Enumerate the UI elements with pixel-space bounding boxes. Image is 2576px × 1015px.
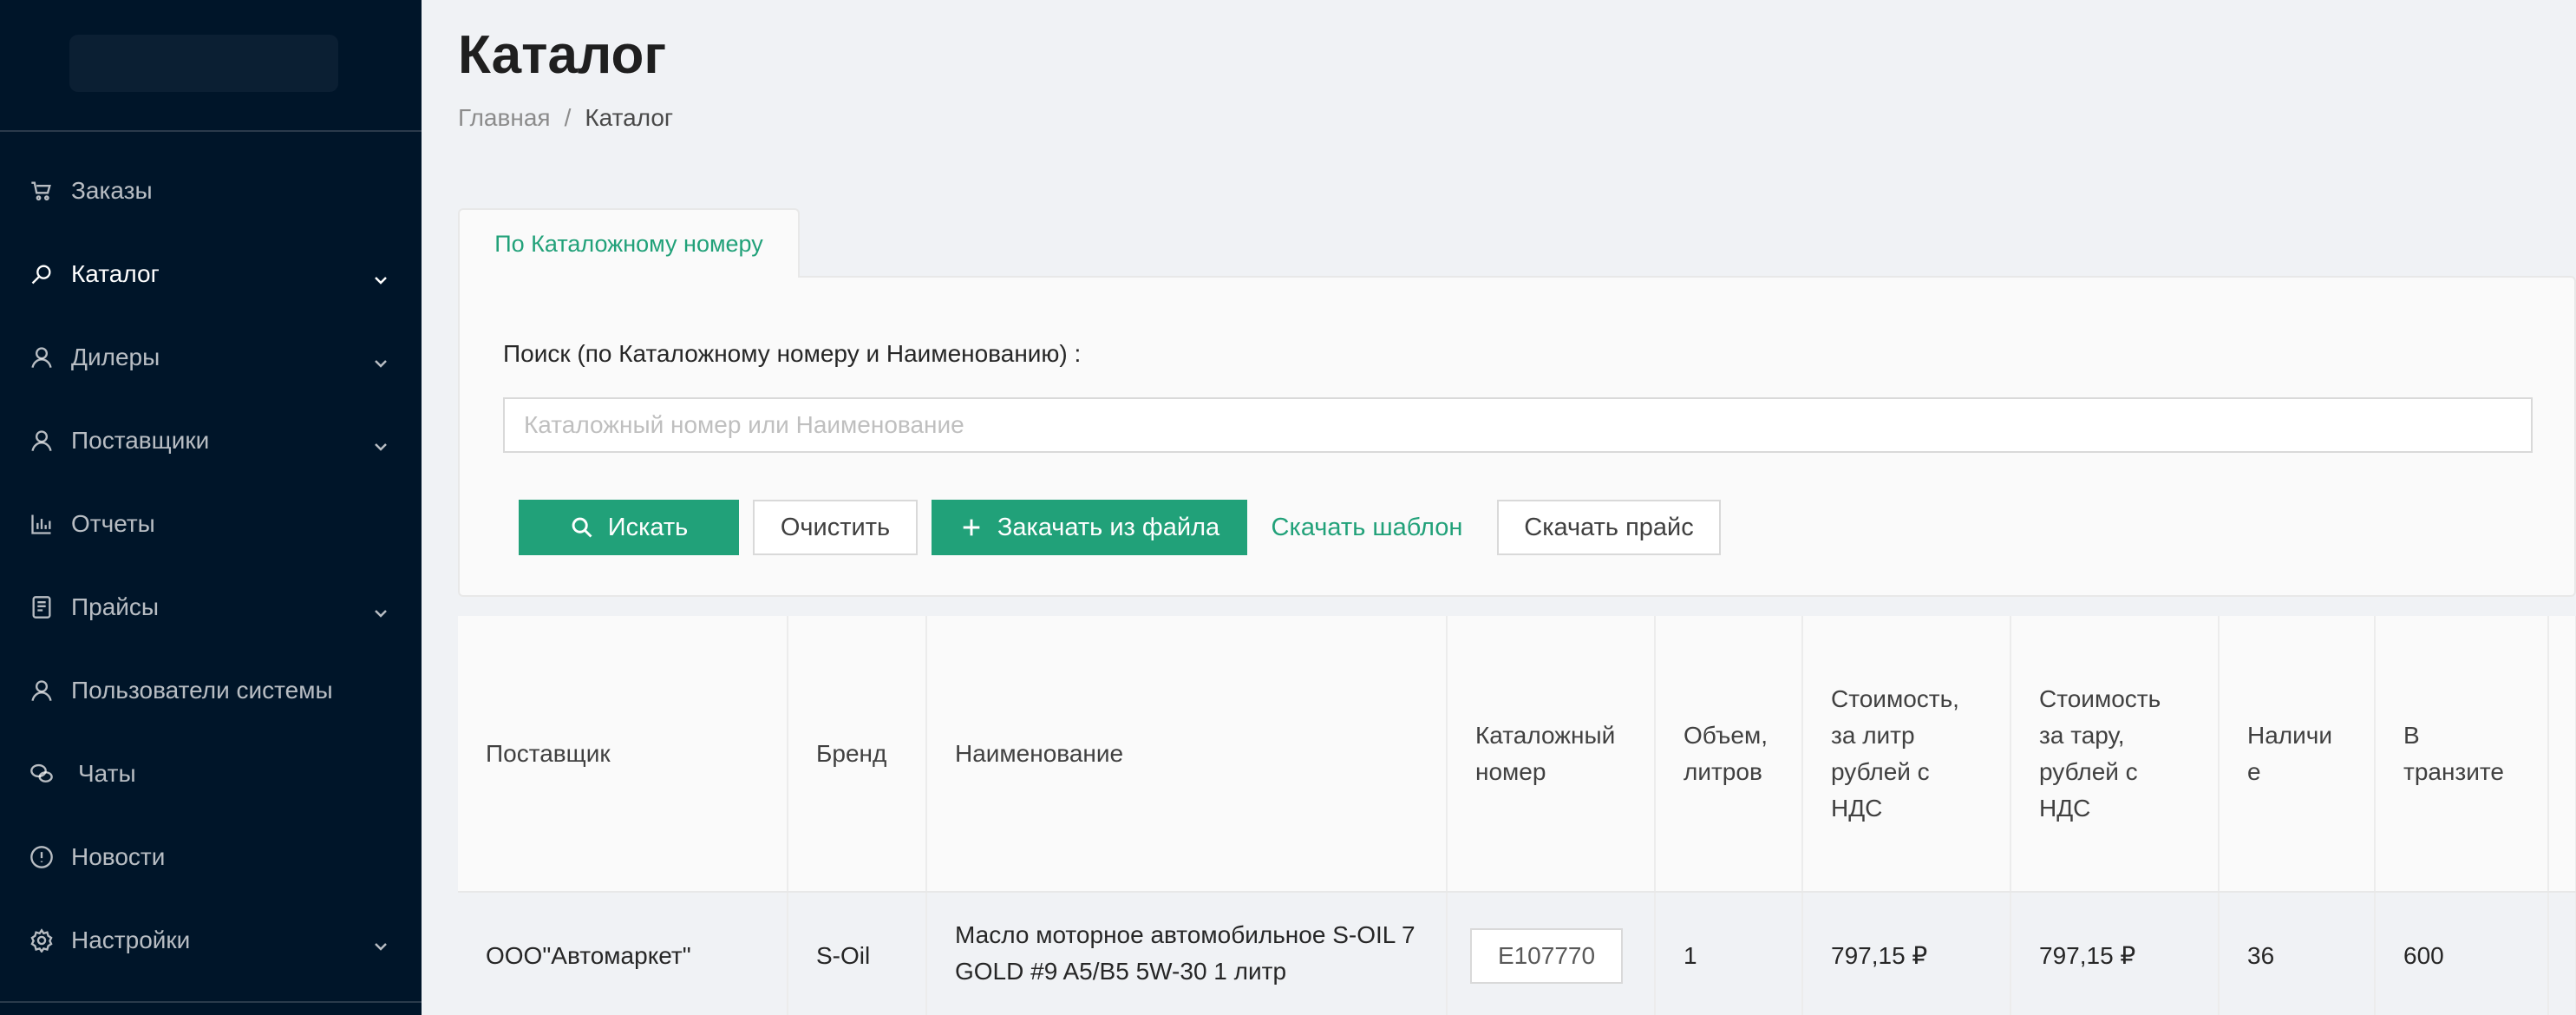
column-header-extra	[2548, 616, 2576, 893]
user-icon	[29, 678, 54, 703]
chevron-down-icon[interactable]	[373, 350, 389, 368]
search-icon	[570, 515, 594, 540]
column-header-stock[interactable]: Наличие	[2219, 616, 2376, 893]
tab-catalog-number[interactable]: По Каталожному номеру	[458, 208, 800, 278]
cell-stock: 36	[2219, 892, 2376, 1015]
main-content: Каталог Главная / Каталог По Каталожному…	[422, 0, 2576, 1015]
column-header-name[interactable]: Наименование	[926, 616, 1448, 893]
chevron-down-icon[interactable]	[373, 599, 389, 618]
column-header-label: Объем, литров	[1684, 721, 1768, 785]
divider	[0, 1001, 422, 1003]
cell-extra	[2548, 892, 2576, 1015]
cell-brand: S-Oil	[788, 892, 927, 1015]
column-header-supplier[interactable]: Поставщик	[458, 616, 788, 893]
sidebar-item-label: Настройки	[71, 927, 191, 953]
sidebar-menu: Заказы Каталог Дилеры Поставщики Отчеты …	[0, 149, 422, 982]
sidebar-item-label: Каталог	[71, 260, 160, 287]
page-title: Каталог	[458, 25, 667, 85]
bar-chart-icon	[29, 512, 54, 536]
user-icon	[29, 345, 54, 370]
chat-icon	[29, 762, 54, 786]
upload-button-label: Закачать из файла	[997, 513, 1220, 541]
table-header-row: Поставщик Бренд Наименование Каталожный …	[458, 616, 2576, 893]
search-label: Поиск (по Каталожному номеру и Наименова…	[503, 340, 1082, 367]
sidebar-item-prices[interactable]: Прайсы	[0, 566, 422, 649]
clear-button-label: Очистить	[780, 513, 891, 541]
chevron-down-icon[interactable]	[373, 266, 389, 285]
info-icon	[29, 845, 54, 869]
sidebar-item-chats[interactable]: Чаты	[0, 732, 422, 815]
document-icon	[29, 595, 54, 619]
chevron-down-icon[interactable]	[373, 933, 389, 951]
cart-icon	[29, 179, 54, 203]
cell-price-per-container: 797,15 ₽	[2010, 892, 2220, 1015]
cell-name: Масло моторное автомобильное S-OIL 7 GOL…	[926, 892, 1448, 1015]
sidebar-item-label: Поставщики	[71, 427, 210, 454]
sidebar-item-label: Прайсы	[71, 593, 160, 620]
upload-from-file-button[interactable]: Закачать из файла	[932, 500, 1247, 555]
plus-icon	[959, 515, 984, 540]
sidebar-item-label: Пользователи системы	[71, 677, 333, 704]
catalog-table: Поставщик Бренд Наименование Каталожный …	[458, 616, 2576, 1015]
logo[interactable]	[69, 35, 338, 92]
column-header-in-transit[interactable]: В транзите	[2375, 616, 2549, 893]
user-icon	[29, 429, 54, 453]
catalog-number-badge[interactable]: E107770	[1470, 927, 1623, 984]
sidebar-item-news[interactable]: Новости	[0, 815, 422, 899]
breadcrumb-home-link[interactable]: Главная	[458, 104, 551, 132]
cell-catalog-number: E107770	[1447, 892, 1656, 1015]
sidebar-item-label: Заказы	[71, 177, 153, 204]
sidebar-item-label: Дилеры	[71, 344, 160, 370]
search-icon	[29, 262, 54, 286]
breadcrumb-current: Каталог	[585, 104, 674, 131]
sidebar-item-orders[interactable]: Заказы	[0, 149, 422, 232]
sidebar-item-catalog[interactable]: Каталог	[0, 232, 422, 316]
download-template-label: Скачать шаблон	[1271, 513, 1463, 541]
cell-volume: 1	[1655, 892, 1803, 1015]
column-header-label: Стоимость за тару, рублей с НДС	[2039, 684, 2161, 822]
sidebar-item-suppliers[interactable]: Поставщики	[0, 399, 422, 482]
table-row[interactable]: ООО"Автомаркет" S-Oil Масло моторное авт…	[458, 892, 2576, 1015]
download-price-button[interactable]: Скачать прайс	[1497, 500, 1721, 555]
sidebar: Заказы Каталог Дилеры Поставщики Отчеты …	[0, 0, 422, 1015]
logo-area	[0, 0, 422, 132]
search-panel: Поиск (по Каталожному номеру и Наименова…	[458, 276, 2576, 597]
chevron-down-icon[interactable]	[373, 433, 389, 451]
search-button-label: Искать	[607, 513, 689, 541]
clear-button[interactable]: Очистить	[753, 500, 918, 555]
cell-price-per-liter: 797,15 ₽	[1802, 892, 2011, 1015]
column-header-volume[interactable]: Объем, литров	[1655, 616, 1803, 893]
search-button[interactable]: Искать	[519, 500, 739, 555]
column-header-label: В транзите	[2403, 721, 2504, 785]
column-header-label: Наличие	[2247, 721, 2332, 785]
column-header-brand[interactable]: Бренд	[788, 616, 927, 893]
column-header-catalog-number[interactable]: Каталожный номер	[1447, 616, 1656, 893]
sidebar-item-label: Отчеты	[71, 510, 155, 537]
cell-supplier: ООО"Автомаркет"	[458, 892, 788, 1015]
search-input[interactable]	[503, 397, 2533, 453]
sidebar-item-dealers[interactable]: Дилеры	[0, 316, 422, 399]
breadcrumb-separator: /	[564, 104, 572, 131]
breadcrumb: Главная / Каталог	[458, 104, 673, 132]
column-header-label: Стоимость, за литр рублей с НДС	[1831, 684, 1959, 822]
gear-icon	[29, 928, 54, 953]
sidebar-item-settings[interactable]: Настройки	[0, 899, 422, 982]
sidebar-item-label: Новости	[71, 843, 166, 870]
column-header-price-per-liter[interactable]: Стоимость, за литр рублей с НДС	[1802, 616, 2011, 893]
sidebar-item-label: Чаты	[78, 760, 136, 787]
download-template-link[interactable]: Скачать шаблон	[1261, 500, 1473, 555]
column-header-label: Каталожный номер	[1475, 721, 1616, 785]
cell-in-transit: 600	[2375, 892, 2549, 1015]
download-price-label: Скачать прайс	[1524, 513, 1694, 541]
column-header-price-per-container[interactable]: Стоимость за тару, рублей с НДС	[2010, 616, 2220, 893]
sidebar-item-reports[interactable]: Отчеты	[0, 482, 422, 566]
sidebar-item-system-users[interactable]: Пользователи системы	[0, 649, 422, 732]
